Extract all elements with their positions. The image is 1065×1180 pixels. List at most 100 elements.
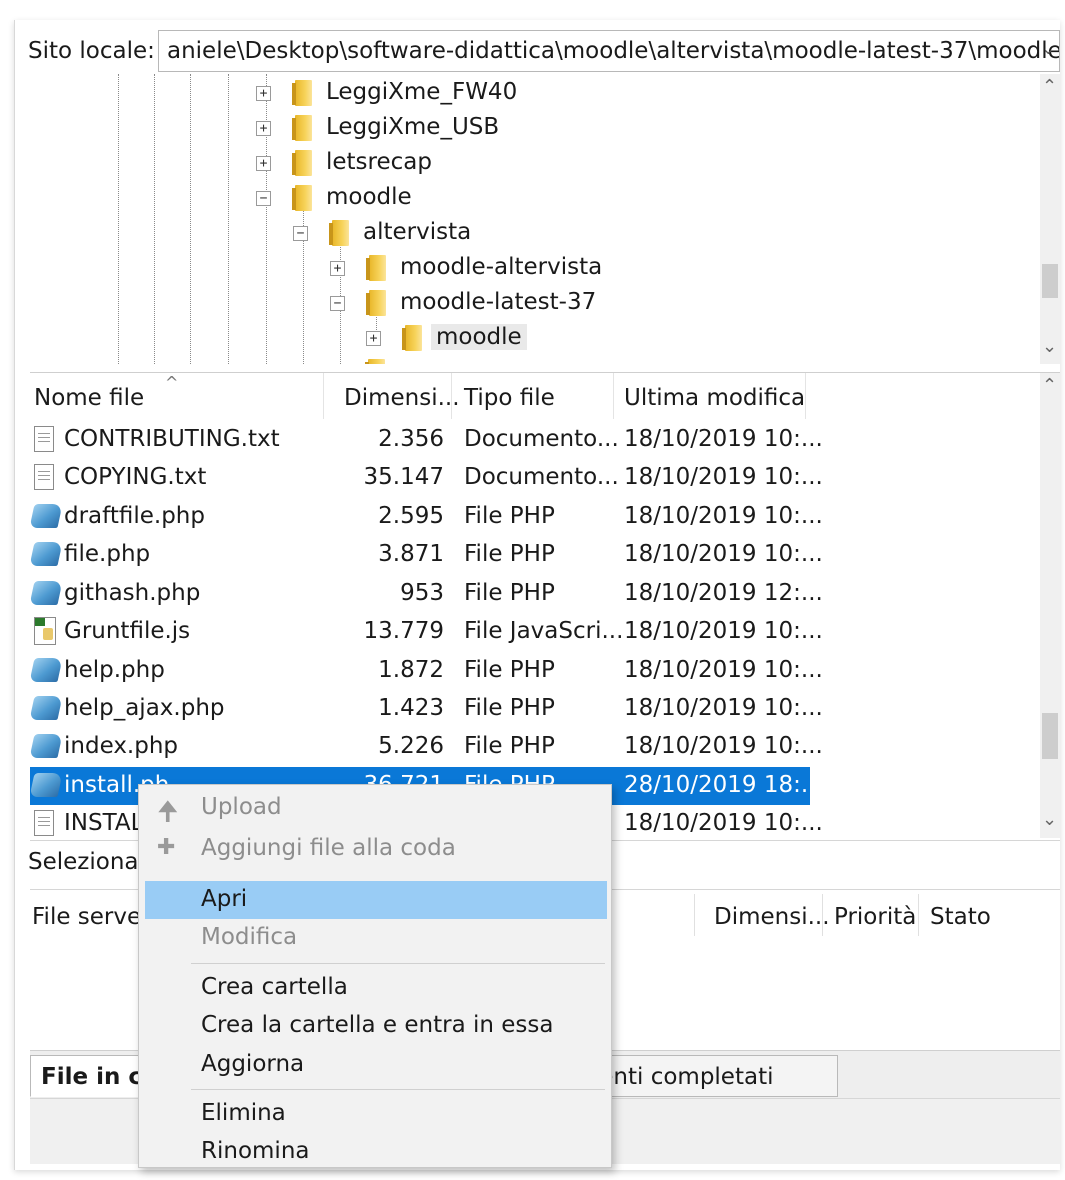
file-name: help_ajax.php bbox=[64, 695, 225, 721]
menu-item-edit[interactable]: Modifica bbox=[145, 919, 607, 957]
file-row[interactable]: help_ajax.php 1.423 File PHP 18/10/2019 … bbox=[30, 690, 823, 728]
tree-node-label: LeggiXme_FW40 bbox=[326, 79, 518, 105]
menu-item-label: Aggiungi file alla coda bbox=[201, 835, 456, 861]
file-modified: 18/10/2019 10:... bbox=[624, 464, 823, 490]
php-file-icon bbox=[30, 504, 63, 528]
text-file-icon bbox=[34, 426, 54, 452]
collapse-icon[interactable]: − bbox=[293, 226, 308, 241]
folder-icon bbox=[329, 220, 349, 246]
menu-item-refresh[interactable]: Aggiorna bbox=[145, 1046, 607, 1084]
menu-item-label: Modifica bbox=[201, 924, 298, 950]
menu-item-create-folder[interactable]: Crea cartella bbox=[145, 969, 607, 1007]
file-modified: 18/10/2019 10:... bbox=[624, 503, 823, 529]
menu-item-upload[interactable]: 🠉 Upload bbox=[145, 789, 607, 827]
menu-item-delete[interactable]: Elimina bbox=[145, 1095, 607, 1133]
queue-header-status[interactable]: Stato bbox=[930, 904, 991, 930]
column-divider bbox=[822, 894, 823, 936]
folder-icon bbox=[366, 290, 386, 316]
folder-icon bbox=[402, 325, 422, 351]
expand-icon[interactable]: + bbox=[256, 121, 271, 136]
column-header-modified[interactable]: Ultima modifica bbox=[614, 373, 806, 419]
file-modified: 18/10/2019 10:... bbox=[624, 657, 823, 683]
menu-separator bbox=[191, 1089, 605, 1090]
file-row[interactable]: CONTRIBUTING.txt 2.356 Documento... 18/1… bbox=[30, 421, 823, 459]
add-to-queue-icon: ✚ bbox=[157, 835, 176, 860]
file-row[interactable]: githash.php 953 File PHP 18/10/2019 12:.… bbox=[30, 575, 823, 613]
scroll-down-icon[interactable]: ⌄ bbox=[1042, 336, 1057, 357]
file-type: File PHP bbox=[464, 695, 555, 721]
file-list-scrollbar[interactable]: ⌃ ⌄ bbox=[1040, 373, 1060, 838]
local-site-path-combobox[interactable]: aniele\Desktop\software-didattica\moodle… bbox=[158, 30, 1060, 72]
file-size: 13.779 bbox=[363, 618, 444, 644]
text-file-icon bbox=[34, 810, 54, 836]
queue-header-server-file[interactable]: File server bbox=[32, 904, 151, 930]
file-name: COPYING.txt bbox=[64, 464, 207, 490]
file-name: Gruntfile.js bbox=[64, 618, 191, 644]
js-file-icon bbox=[34, 617, 56, 645]
file-type: File PHP bbox=[464, 733, 555, 759]
menu-item-open[interactable]: Apri bbox=[145, 881, 607, 919]
expand-icon[interactable]: + bbox=[330, 261, 345, 276]
file-type: File JavaScri... bbox=[464, 618, 624, 644]
queue-header-size[interactable]: Dimensi... bbox=[714, 904, 830, 930]
local-directory-tree[interactable]: + LeggiXme_FW40 + LeggiXme_USB + letsrec… bbox=[30, 74, 1060, 364]
scrollbar-thumb[interactable] bbox=[1042, 713, 1058, 759]
menu-separator bbox=[191, 963, 605, 964]
file-size: 953 bbox=[400, 580, 444, 606]
file-name: draftfile.php bbox=[64, 503, 205, 529]
file-type: Documento... bbox=[464, 426, 619, 452]
scroll-up-icon[interactable]: ⌃ bbox=[1042, 76, 1057, 97]
column-divider bbox=[694, 894, 695, 936]
text-file-icon bbox=[34, 464, 54, 490]
file-name: file.php bbox=[64, 541, 151, 567]
file-name: INSTAL bbox=[64, 810, 144, 836]
php-file-icon bbox=[30, 773, 63, 797]
column-header-size[interactable]: Dimensi... bbox=[326, 373, 460, 419]
local-site-path-text: aniele\Desktop\software-didattica\moodle… bbox=[167, 38, 1060, 64]
file-row[interactable]: Gruntfile.js 13.779 File JavaScri... 18/… bbox=[30, 613, 823, 651]
tree-node-label: moodle-altervista bbox=[400, 254, 603, 280]
file-size: 2.595 bbox=[378, 503, 444, 529]
tree-guide-line bbox=[154, 74, 155, 364]
scroll-up-icon[interactable]: ⌃ bbox=[1042, 375, 1057, 396]
scroll-down-icon[interactable]: ⌄ bbox=[1042, 809, 1057, 830]
tree-guide-line bbox=[118, 74, 119, 364]
menu-item-label: Rinomina bbox=[201, 1138, 310, 1164]
tree-node-label: moodle bbox=[326, 184, 412, 210]
file-type: File PHP bbox=[464, 503, 555, 529]
menu-item-rename[interactable]: Rinomina bbox=[145, 1133, 607, 1167]
chevron-down-icon[interactable]: ⌄ bbox=[1042, 39, 1055, 58]
file-type: Documento... bbox=[464, 464, 619, 490]
file-row[interactable]: draftfile.php 2.595 File PHP 18/10/2019 … bbox=[30, 498, 823, 536]
folder-icon bbox=[292, 80, 312, 106]
file-type: File PHP bbox=[464, 541, 555, 567]
file-modified: 18/10/2019 10:... bbox=[624, 541, 823, 567]
file-size: 3.871 bbox=[378, 541, 444, 567]
file-row[interactable]: index.php 5.226 File PHP 18/10/2019 10:.… bbox=[30, 728, 823, 766]
file-modified: 18/10/2019 12:... bbox=[624, 580, 823, 606]
column-header-filename[interactable]: Nome file bbox=[34, 373, 324, 419]
local-file-list[interactable]: ^ Nome file Dimensi... Tipo file Ultima … bbox=[30, 372, 1060, 838]
file-size: 5.226 bbox=[378, 733, 444, 759]
file-row[interactable]: COPYING.txt 35.147 Documento... 18/10/20… bbox=[30, 459, 823, 497]
tree-scrollbar[interactable]: ⌃ ⌄ bbox=[1040, 74, 1060, 364]
local-site-label: Sito locale: bbox=[28, 38, 155, 64]
file-modified: 28/10/2019 18:... bbox=[624, 772, 823, 798]
collapse-icon[interactable]: − bbox=[256, 191, 271, 206]
menu-item-add-to-queue[interactable]: ✚ Aggiungi file alla coda bbox=[145, 830, 607, 868]
expand-icon[interactable]: + bbox=[256, 156, 271, 171]
menu-item-create-and-enter-folder[interactable]: Crea la cartella e entra in essa bbox=[145, 1007, 607, 1045]
selection-status-text: Selezionat bbox=[28, 849, 148, 875]
queue-header-priority[interactable]: Priorità bbox=[834, 904, 916, 930]
expand-icon[interactable]: + bbox=[366, 331, 381, 346]
file-row[interactable]: file.php 3.871 File PHP 18/10/2019 10:..… bbox=[30, 536, 823, 574]
scrollbar-thumb[interactable] bbox=[1042, 264, 1058, 298]
file-size: 2.356 bbox=[378, 426, 444, 452]
file-modified: 18/10/2019 10:... bbox=[624, 695, 823, 721]
menu-item-label: Aggiorna bbox=[201, 1051, 305, 1077]
file-row[interactable]: help.php 1.872 File PHP 18/10/2019 10:..… bbox=[30, 652, 823, 690]
file-size: 1.872 bbox=[378, 657, 444, 683]
collapse-icon[interactable]: − bbox=[330, 296, 345, 311]
column-header-type[interactable]: Tipo file bbox=[454, 373, 614, 419]
expand-icon[interactable]: + bbox=[256, 86, 271, 101]
